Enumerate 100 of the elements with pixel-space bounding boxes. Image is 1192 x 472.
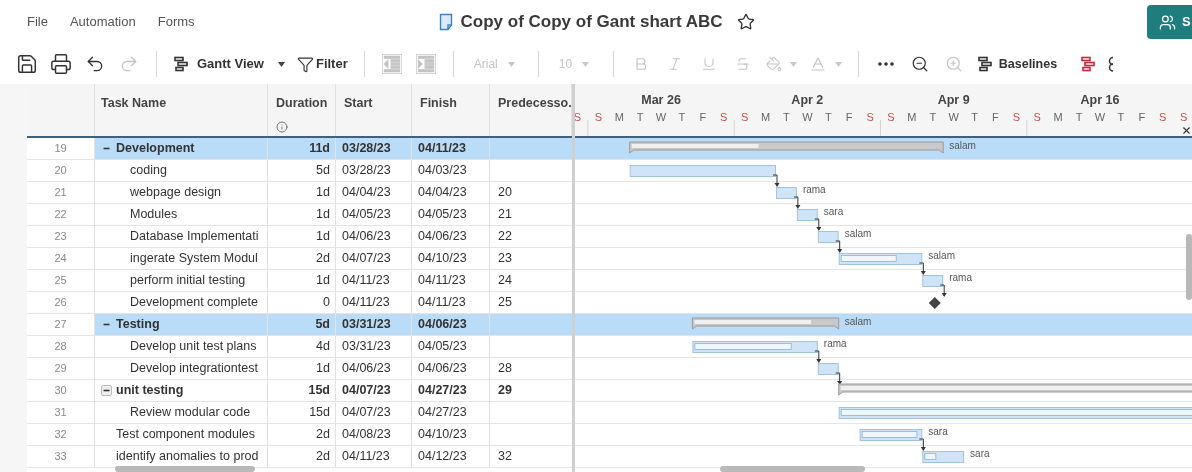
- resource-label: salam: [928, 250, 955, 261]
- task-name: Test component modules: [116, 426, 255, 444]
- task-name: coding: [130, 162, 167, 180]
- week-label: Apr 2: [791, 93, 824, 107]
- caret-icon: [507, 61, 515, 67]
- users-icon: [1159, 13, 1176, 31]
- duration-cell: 1d: [268, 270, 336, 291]
- column-header[interactable]: Duration: [276, 94, 335, 113]
- finish-date-cell: 04/03/23: [412, 160, 490, 181]
- day-letter: S: [575, 111, 582, 123]
- day-letter: T: [824, 111, 832, 123]
- menu-item[interactable]: Forms: [157, 12, 195, 32]
- day-letter: W: [1094, 111, 1106, 123]
- day-letter: S: [887, 111, 895, 123]
- start-date-cell: 04/05/23: [336, 204, 412, 225]
- view-dropdown[interactable]: Gantt View: [167, 49, 291, 79]
- duration-cell: 1d: [268, 204, 336, 225]
- finish-date-cell: 04/06/23: [412, 358, 490, 379]
- dependency-arrow: [814, 350, 822, 363]
- dependency-arrow: [918, 262, 926, 275]
- task-bar: [817, 363, 839, 375]
- duration-cell: 1d: [268, 182, 336, 203]
- finish-date-cell: 04/10/23: [412, 248, 490, 269]
- resource-label: rama: [949, 272, 972, 283]
- finish-date-cell: 04/05/23: [412, 336, 490, 357]
- day-letter: M: [907, 111, 917, 123]
- column-header[interactable]: Start: [344, 94, 411, 113]
- finish-date-cell: 04/11/23: [412, 138, 490, 159]
- finish-date-cell: 04/10/23: [412, 424, 490, 445]
- day-letter: M: [760, 111, 771, 123]
- share-button[interactable]: S: [1147, 5, 1192, 39]
- finish-date-cell: 04/27/23: [412, 402, 490, 423]
- scrollbar-thumb[interactable]: [720, 466, 865, 472]
- finish-date-cell: 04/06/23: [412, 226, 490, 247]
- task-name: Database Implementati: [130, 228, 259, 246]
- day-letter: W: [948, 111, 959, 123]
- predecessors-cell-text: 28: [497, 360, 513, 378]
- duration-cell: 15d: [268, 402, 336, 423]
- day-letter: T: [1117, 111, 1125, 123]
- start-date-cell: 03/28/23: [336, 138, 412, 159]
- duration-cell: 1d: [268, 358, 336, 379]
- dependency-arrow: [918, 438, 926, 451]
- task-name: Review modular code: [130, 404, 251, 422]
- day-letter: S: [866, 111, 874, 123]
- resource-label: rama: [823, 338, 847, 349]
- predecessors-cell-text: 22: [497, 228, 513, 246]
- day-letter: S: [1179, 111, 1188, 123]
- gantt-icon: [173, 56, 189, 72]
- day-letter: S: [1033, 111, 1041, 123]
- scrollbar-thumb[interactable]: [115, 466, 255, 472]
- start-date-cell: 03/31/23: [336, 314, 412, 335]
- baselines-icon: [976, 56, 993, 72]
- finish-date-cell: 04/11/23: [412, 292, 490, 313]
- day-letter: W: [655, 111, 667, 123]
- finish-date-cell: 04/05/23: [412, 204, 490, 225]
- caret-icon: [277, 61, 285, 67]
- finish-date-cell: 04/12/23: [412, 446, 490, 467]
- task-name: unit testing: [116, 382, 184, 400]
- menu-item[interactable]: File: [27, 12, 48, 32]
- filter-button[interactable]: Filter: [290, 49, 354, 79]
- day-letter: S: [720, 111, 728, 123]
- day-letter: M: [1053, 111, 1063, 123]
- scrollbar-thumb[interactable]: [1186, 234, 1192, 300]
- baselines-button[interactable]: Baselines: [970, 49, 1064, 79]
- start-date-cell: 04/07/23: [336, 380, 412, 401]
- task-name: Modules: [130, 206, 178, 224]
- finish-date-cell: 04/11/23: [412, 270, 490, 291]
- task-name: webpage design: [130, 184, 222, 202]
- filter-icon: [296, 55, 314, 73]
- start-date-cell: 03/31/23: [336, 336, 412, 357]
- predecessors-cell-text: 23: [497, 250, 513, 268]
- task-name: Development: [116, 140, 195, 158]
- resource-label: salam: [844, 316, 872, 327]
- predecessors-cell-text: 32: [497, 448, 513, 466]
- day-letter: T: [678, 111, 686, 123]
- task-name: Development complete: [130, 294, 258, 312]
- day-letter: S: [1159, 111, 1167, 123]
- predecessors-cell-text: 24: [497, 272, 513, 290]
- duration-cell: 5d: [268, 314, 336, 335]
- close-icon[interactable]: [1181, 125, 1192, 136]
- duration-cell: 0: [268, 292, 336, 313]
- dependency-arrow: [835, 240, 843, 253]
- predecessors-cell-text: 20: [497, 184, 513, 202]
- day-letter: S: [594, 111, 602, 123]
- week-label: Apr 16: [1080, 93, 1120, 107]
- day-letter: T: [1075, 111, 1083, 123]
- task-name: ingerate System Modul: [130, 250, 258, 268]
- duration-cell: 2d: [268, 248, 336, 269]
- week-label: Apr 9: [937, 93, 970, 107]
- menu-item[interactable]: Automation: [69, 12, 136, 32]
- column-header[interactable]: Predecesso.: [498, 94, 571, 113]
- column-header[interactable]: Task Name: [101, 94, 267, 113]
- favorite-button[interactable]: [736, 13, 755, 31]
- day-letter: F: [845, 111, 853, 123]
- start-date-cell: 04/04/23: [336, 182, 412, 203]
- day-letter: F: [1138, 111, 1146, 123]
- column-header[interactable]: Finish: [420, 94, 489, 113]
- collapse-icon[interactable]: [101, 385, 112, 396]
- duration-cell: 5d: [268, 160, 336, 181]
- start-date-cell: 04/08/23: [336, 424, 412, 445]
